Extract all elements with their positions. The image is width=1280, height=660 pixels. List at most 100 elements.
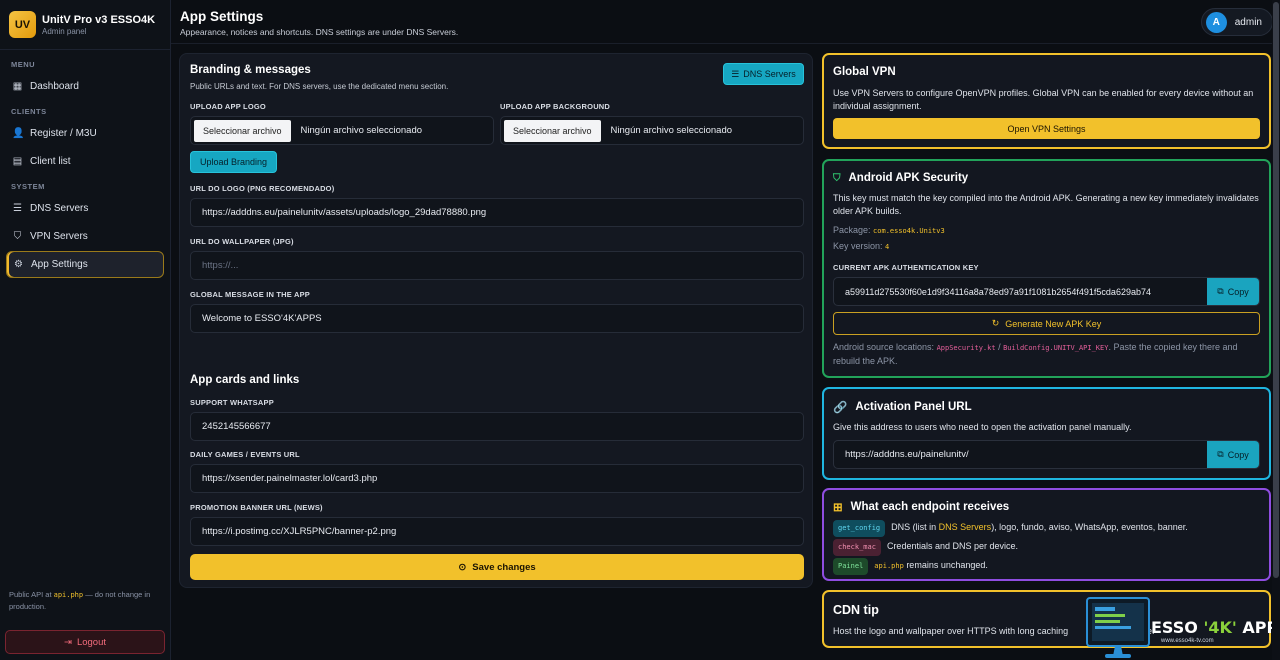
- dns-servers-button[interactable]: ☰ DNS Servers: [723, 63, 804, 85]
- sitemap-icon: ⊞: [833, 502, 843, 514]
- global-vpn-card: Global VPN Use VPN Servers to configure …: [822, 53, 1271, 149]
- activation-text: Give this address to users who need to o…: [833, 422, 1132, 432]
- endpoints-card: ⊞ What each endpoint receives get_config…: [822, 488, 1271, 581]
- branding-panel: Branding & messages Public URLs and text…: [179, 53, 813, 588]
- nav-section-clients: CLIENTS: [11, 107, 47, 116]
- endpoint-row-check-mac: check_mac Credentials and DNS per device.: [833, 539, 1260, 556]
- brand-logo: UV: [9, 11, 36, 38]
- global-message-label: GLOBAL MESSAGE IN THE APP: [190, 290, 311, 299]
- user-name: admin: [1234, 16, 1262, 28]
- shield-icon: ⛉: [833, 172, 841, 184]
- apk-security-title: ⛉ Android APK Security: [833, 172, 969, 184]
- dashboard-icon: ▦: [12, 81, 23, 92]
- avatar: A: [1205, 11, 1227, 33]
- android-source-note: Android source locations: AppSecurity.kt…: [833, 342, 1238, 366]
- file-status: Ningún archivo seleccionado: [300, 125, 423, 136]
- brand-header: UV UnitV Pro v3 ESSO4K Admin panel: [0, 0, 170, 50]
- save-changes-button[interactable]: ⊙ Save changes: [190, 554, 804, 580]
- promo-banner-input[interactable]: https://i.postimg.cc/XJLR5PNC/banner-p2.…: [190, 517, 804, 546]
- endpoints-title: ⊞ What each endpoint receives: [833, 501, 1010, 514]
- wallpaper-url-input[interactable]: https://...: [190, 251, 804, 280]
- cards-links-title: App cards and links: [190, 374, 300, 386]
- watermark-url: www.esso4k-tv.com: [1161, 638, 1214, 644]
- page-title: App Settings: [180, 9, 264, 24]
- user-menu[interactable]: A admin: [1200, 8, 1273, 36]
- branding-title: Branding & messages: [190, 64, 311, 76]
- copy-icon: ⧉: [1217, 449, 1224, 459]
- copy-icon: ⧉: [1217, 286, 1224, 296]
- scrollbar-thumb[interactable]: [1273, 2, 1279, 578]
- sidebar-item-dashboard[interactable]: ▦ Dashboard: [6, 73, 164, 100]
- user-add-icon: 👤: [12, 128, 25, 139]
- apk-key-field[interactable]: a59911d275530f60e1d9f34116a8a78ed97a91f1…: [833, 277, 1260, 306]
- logo-url-input[interactable]: https://adddns.eu/painelunitv/assets/upl…: [190, 198, 804, 227]
- choose-file-button[interactable]: Seleccionar archivo: [194, 119, 291, 142]
- sliders-icon: ☰: [13, 203, 22, 214]
- copy-key-button[interactable]: ⧉ Copy: [1207, 278, 1259, 305]
- sidebar-item-label: VPN Servers: [30, 231, 88, 242]
- sidebar-item-label: App Settings: [31, 259, 88, 270]
- activation-url-value[interactable]: https://adddns.eu/painelunitv/: [834, 449, 1207, 460]
- sliders-icon: ☰: [731, 68, 740, 79]
- logo-upload-label: UPLOAD APP LOGO: [190, 102, 266, 111]
- branding-hint: Public URLs and text. For DNS servers, u…: [190, 82, 449, 91]
- upload-branding-button[interactable]: Upload Branding: [190, 151, 277, 173]
- sidebar: UV UnitV Pro v3 ESSO4K Admin panel MENU …: [0, 0, 171, 660]
- sidebar-item-label: Register / M3U: [30, 128, 97, 139]
- activation-url-field[interactable]: https://adddns.eu/painelunitv/ ⧉ Copy: [833, 440, 1260, 469]
- endpoint-row-get-config: get_config DNS (list in DNS Servers), log…: [833, 520, 1260, 537]
- save-icon: ⊙: [458, 561, 467, 573]
- sidebar-item-dns-servers[interactable]: ☰ DNS Servers: [6, 195, 164, 222]
- refresh-icon: ↻: [991, 318, 1000, 328]
- bg-upload-label: UPLOAD APP BACKGROUND: [500, 102, 611, 111]
- apk-security-text: This key must match the key compiled int…: [833, 193, 1259, 216]
- shield-icon: ⛉: [13, 231, 22, 242]
- wallpaper-url-label: URL DO WALLPAPER (JPG): [190, 237, 294, 246]
- key-version-info: Key version: 4: [833, 241, 890, 251]
- endpoint-row-painel: Painel api.php remains unchanged.: [833, 558, 1260, 575]
- package-info: Package: com.esso4k.Unitv3: [833, 225, 945, 235]
- dns-servers-link[interactable]: DNS Servers: [939, 522, 992, 532]
- global-message-input[interactable]: Welcome to ESSO'4K'APPS: [190, 304, 804, 333]
- sidebar-item-register[interactable]: 👤 Register / M3U: [6, 120, 164, 147]
- topbar: App Settings Appearance, notices and sho…: [171, 0, 1280, 44]
- settings-sliders-icon: ⚙: [14, 259, 23, 270]
- activation-title: 🔗 Activation Panel URL: [833, 401, 972, 414]
- sidebar-item-label: DNS Servers: [30, 203, 89, 214]
- link-icon: 🔗: [833, 402, 848, 414]
- esso4k-watermark: ESSO '4K' APPS www.esso4k-tv.com: [1085, 596, 1280, 660]
- whatsapp-input[interactable]: 2452145566677: [190, 412, 804, 441]
- daily-games-label: DAILY GAMES / EVENTS URL: [190, 450, 300, 459]
- public-api-note: Public API at api.php — do not change in…: [9, 590, 151, 611]
- sidebar-item-label: Client list: [30, 156, 71, 167]
- cdn-tip-title: CDN tip: [833, 603, 879, 617]
- sidebar-item-client-list[interactable]: ▤ Client list: [6, 148, 164, 175]
- activation-panel-card: 🔗 Activation Panel URL Give this address…: [822, 387, 1271, 480]
- global-vpn-title: Global VPN: [833, 66, 896, 78]
- brand-subtitle: Admin panel: [42, 26, 87, 36]
- logo-file-input[interactable]: Seleccionar archivo Ningún archivo selec…: [190, 116, 494, 145]
- whatsapp-label: SUPPORT WHATSAPP: [190, 398, 274, 407]
- logo-url-label: URL DO LOGO (PNG RECOMENDADO): [190, 184, 335, 193]
- choose-file-button[interactable]: Seleccionar archivo: [504, 119, 601, 142]
- nav-section-menu: MENU: [11, 60, 36, 69]
- sidebar-item-vpn-servers[interactable]: ⛉ VPN Servers: [6, 223, 164, 250]
- copy-url-button[interactable]: ⧉ Copy: [1207, 441, 1259, 468]
- sidebar-item-label: Dashboard: [30, 81, 79, 92]
- daily-games-input[interactable]: https://xsender.painelmaster.lol/card3.p…: [190, 464, 804, 493]
- global-vpn-text: Use VPN Servers to configure OpenVPN pro…: [833, 88, 1254, 111]
- page-scrollbar[interactable]: [1272, 0, 1280, 660]
- file-status: Ningún archivo seleccionado: [610, 125, 733, 136]
- sidebar-item-app-settings[interactable]: ⚙ App Settings: [6, 251, 164, 278]
- open-vpn-settings-button[interactable]: Open VPN Settings: [833, 118, 1260, 139]
- nav-section-system: SYSTEM: [11, 182, 45, 191]
- monitor-logo-icon: [1086, 597, 1150, 658]
- page-subtitle: Appearance, notices and shortcuts. DNS s…: [180, 27, 459, 37]
- apk-key-value[interactable]: a59911d275530f60e1d9f34116a8a78ed97a91f1…: [834, 287, 1207, 297]
- logout-icon: ⇥: [63, 636, 72, 648]
- logout-button[interactable]: ⇥ Logout: [5, 630, 165, 654]
- promo-banner-label: PROMOTION BANNER URL (NEWS): [190, 503, 323, 512]
- background-file-input[interactable]: Seleccionar archivo Ningún archivo selec…: [500, 116, 804, 145]
- table-icon: ▤: [12, 156, 23, 167]
- generate-apk-key-button[interactable]: ↻ Generate New APK Key: [833, 312, 1260, 335]
